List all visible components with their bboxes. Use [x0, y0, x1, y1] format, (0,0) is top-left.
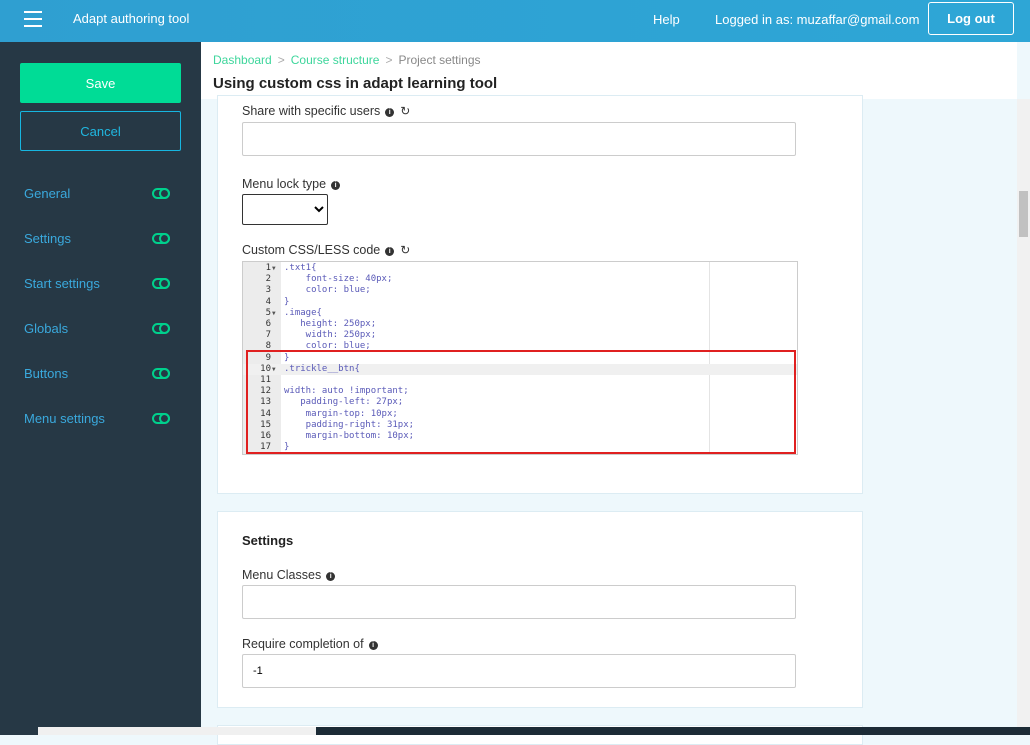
- sidebar-item-label: Menu settings: [24, 411, 105, 426]
- code-text: .image{: [284, 307, 322, 318]
- share-label: Share with specific users i ↻: [242, 104, 410, 118]
- menu-classes-input[interactable]: [242, 585, 796, 619]
- require-completion-input[interactable]: [242, 654, 796, 688]
- code-line: 3 color: blue;: [243, 285, 797, 296]
- css-label: Custom CSS/LESS code i ↻: [242, 243, 410, 257]
- settings-card: Settings Menu Classes i Require completio…: [217, 511, 863, 708]
- code-text: color: blue;: [284, 285, 371, 296]
- sidebar-item-start-settings[interactable]: Start settings: [24, 276, 174, 296]
- info-icon[interactable]: i: [331, 181, 341, 190]
- save-button[interactable]: Save: [20, 63, 181, 103]
- highlight-box: [246, 350, 796, 454]
- top-header: Adapt authoring tool Help Logged in as: …: [0, 0, 1030, 42]
- code-line: 2 font-size: 40px;: [243, 274, 797, 285]
- sidebar-item-globals[interactable]: Globals: [24, 321, 174, 341]
- line-number: 2: [265, 274, 271, 285]
- menu-classes-label-text: Menu Classes: [242, 568, 322, 582]
- taskbar: [38, 727, 1030, 735]
- toggle-icon[interactable]: [152, 233, 170, 244]
- menu-lock-select[interactable]: [242, 194, 328, 225]
- breadcrumb: Dashboard > Course structure > Project setti…: [213, 53, 481, 67]
- info-icon[interactable]: i: [326, 572, 336, 581]
- fold-icon[interactable]: ▼: [272, 263, 276, 274]
- code-line: 1 ▼ .txt1{: [243, 263, 797, 274]
- code-line: 6 height: 250px;: [243, 319, 797, 330]
- menu-lock-label-text: Menu lock type: [242, 177, 327, 191]
- sidebar-item-settings[interactable]: Settings: [24, 231, 174, 251]
- line-number: 6: [265, 319, 271, 329]
- menu-icon[interactable]: [24, 11, 42, 27]
- menu-classes-label: Menu Classes i: [242, 568, 336, 582]
- sidebar-item-label: General: [24, 186, 71, 201]
- sidebar: Save Cancel General Settings Start setting…: [0, 42, 201, 735]
- code-text: width: 250px;: [284, 330, 377, 341]
- line-number: 5: [265, 307, 271, 318]
- line-number: 1: [265, 263, 271, 273]
- page-header: Dashboard > Course structure > Project setti…: [201, 42, 1017, 99]
- line-number: 4: [265, 296, 271, 307]
- sidebar-item-label: Start settings: [24, 276, 100, 291]
- breadcrumb-current: Project settings: [398, 53, 481, 67]
- sidebar-item-buttons[interactable]: Buttons: [24, 366, 174, 386]
- sidebar-item-label: Globals: [24, 321, 69, 336]
- css-label-text: Custom CSS/LESS code: [242, 243, 381, 257]
- help-link[interactable]: Help: [653, 12, 680, 27]
- toggle-icon[interactable]: [152, 413, 170, 424]
- info-icon[interactable]: i: [385, 247, 395, 256]
- info-icon[interactable]: i: [385, 108, 395, 117]
- toggle-icon[interactable]: [152, 188, 170, 199]
- sidebar-item-label: Buttons: [24, 366, 69, 381]
- menu-lock-label: Menu lock type i: [242, 177, 341, 191]
- settings-heading: Settings: [242, 533, 294, 548]
- share-label-text: Share with specific users: [242, 104, 381, 118]
- sidebar-item-menu-settings[interactable]: Menu settings: [24, 411, 174, 431]
- app-title: Adapt authoring tool: [73, 11, 190, 26]
- code-text: }: [284, 296, 290, 307]
- require-completion-label: Require completion of i: [242, 637, 378, 651]
- logged-in-user: Logged in as: muzaffar@gmail.com: [715, 12, 920, 27]
- toggle-icon[interactable]: [152, 323, 170, 334]
- breadcrumb-dashboard[interactable]: Dashboard: [213, 53, 272, 67]
- code-text: font-size: 40px;: [284, 274, 393, 285]
- sidebar-item-label: Settings: [24, 231, 71, 246]
- toggle-icon[interactable]: [152, 278, 170, 289]
- info-icon[interactable]: i: [368, 641, 378, 650]
- code-text: .txt1{: [284, 263, 317, 273]
- code-line: 4}: [243, 296, 797, 308]
- code-text: height: 250px;: [284, 319, 377, 329]
- fold-icon[interactable]: ▼: [272, 308, 276, 319]
- page-title: Using custom css in adapt learning tool: [213, 75, 498, 92]
- scrollbar[interactable]: [1017, 99, 1030, 727]
- reset-icon[interactable]: ↻: [400, 243, 410, 257]
- line-number: 3: [265, 285, 271, 296]
- share-users-input[interactable]: [242, 122, 796, 156]
- toggle-icon[interactable]: [152, 368, 170, 379]
- code-line: 5 ▼ .image{: [243, 307, 797, 319]
- taskbar-window[interactable]: [38, 727, 316, 735]
- logout-button[interactable]: Log out: [928, 2, 1014, 35]
- scrollbar-thumb[interactable]: [1019, 191, 1028, 237]
- code-line: 7 width: 250px;: [243, 330, 797, 341]
- breadcrumb-course-structure[interactable]: Course structure: [291, 53, 380, 67]
- line-number: 7: [265, 330, 271, 341]
- sidebar-item-general[interactable]: General: [24, 186, 174, 206]
- reset-icon[interactable]: ↻: [400, 104, 410, 118]
- require-completion-label-text: Require completion of: [242, 637, 364, 651]
- cancel-button[interactable]: Cancel: [20, 111, 181, 151]
